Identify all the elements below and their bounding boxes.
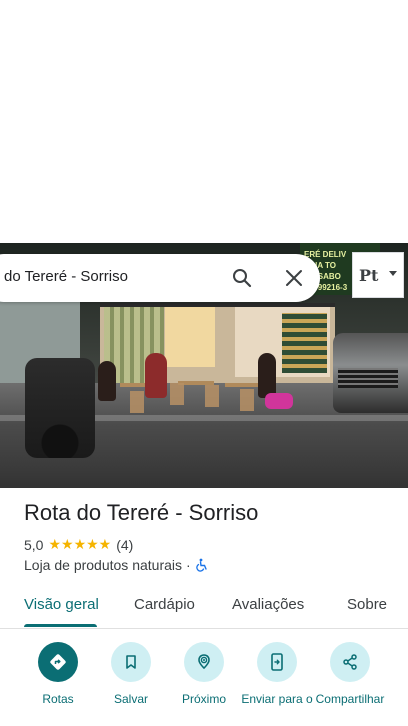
search-input[interactable]: do Tereré - Sorriso bbox=[4, 268, 128, 285]
send-to-phone-icon bbox=[257, 642, 297, 682]
map-type-button[interactable]: Pt bbox=[352, 252, 404, 298]
directions-button[interactable]: Rotas bbox=[18, 642, 98, 706]
photo-person bbox=[145, 353, 167, 398]
tab-reviews[interactable]: Avaliações bbox=[232, 596, 304, 613]
photo-chair bbox=[205, 385, 219, 407]
bookmark-icon bbox=[111, 642, 151, 682]
nearby-icon bbox=[184, 642, 224, 682]
photo-counter bbox=[165, 307, 215, 367]
tab-overview[interactable]: Visão geral bbox=[24, 596, 99, 613]
directions-icon bbox=[38, 642, 78, 682]
wheelchair-icon bbox=[195, 558, 209, 572]
review-count[interactable]: (4) bbox=[116, 537, 133, 553]
photo-chair bbox=[240, 389, 254, 411]
place-title: Rota do Tereré - Sorriso bbox=[24, 500, 259, 525]
photo-shelf bbox=[282, 313, 327, 373]
separator: · bbox=[186, 557, 191, 573]
nearby-button[interactable]: Próximo bbox=[164, 642, 244, 706]
photo-table bbox=[225, 383, 261, 387]
action-label: Enviar para o bbox=[241, 692, 313, 706]
tab-bar: Visão geral Cardápio Avaliações Sobre bbox=[0, 585, 408, 629]
chevron-down-icon bbox=[389, 271, 397, 276]
photo-truck-grill bbox=[338, 368, 398, 388]
star-rating-icon: ★★★★★ bbox=[48, 536, 112, 552]
action-label: Rotas bbox=[42, 692, 74, 706]
photo-toy-car bbox=[265, 393, 293, 409]
action-label: Compartilhar bbox=[315, 692, 385, 706]
tab-about[interactable]: Sobre bbox=[347, 596, 387, 613]
place-category: Loja de produtos naturais bbox=[24, 557, 182, 573]
photo-motorcycle bbox=[25, 358, 95, 458]
save-button[interactable]: Salvar bbox=[91, 642, 171, 706]
send-to-phone-button[interactable]: Enviar para o bbox=[237, 642, 317, 706]
action-label: Salvar bbox=[113, 692, 148, 706]
action-label: Próximo bbox=[181, 692, 226, 706]
share-button[interactable]: Compartilhar bbox=[310, 642, 390, 706]
rating-row[interactable]: 5,0 ★★★★★ (4) bbox=[24, 536, 133, 553]
action-bar: Rotas Salvar Próximo Enviar para o Compa… bbox=[0, 640, 408, 726]
search-icon[interactable] bbox=[230, 266, 254, 290]
category-row: Loja de produtos naturais · bbox=[24, 557, 209, 573]
search-bar[interactable]: do Tereré - Sorriso bbox=[0, 254, 320, 302]
share-icon bbox=[330, 642, 370, 682]
active-tab-indicator bbox=[24, 624, 97, 627]
rating-value: 5,0 bbox=[24, 536, 44, 553]
tab-menu[interactable]: Cardápio bbox=[134, 596, 195, 613]
map-type-label: Pt bbox=[359, 265, 379, 285]
photo-chair bbox=[170, 383, 184, 405]
close-icon[interactable] bbox=[282, 266, 306, 290]
photo-chair bbox=[130, 391, 144, 413]
photo-person bbox=[98, 361, 116, 401]
photo-person bbox=[258, 353, 276, 398]
